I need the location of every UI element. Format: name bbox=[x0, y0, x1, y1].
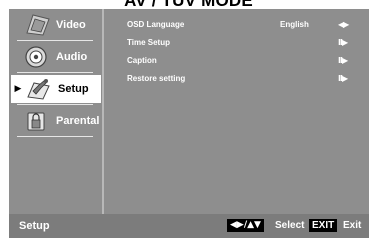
sidebar-item-video[interactable]: Video bbox=[9, 11, 102, 39]
sidebar-item-label: Setup bbox=[58, 83, 89, 95]
setting-name: Time Setup bbox=[127, 38, 170, 47]
sidebar-divider bbox=[17, 40, 93, 41]
setting-row-time-setup[interactable]: Time Setup II▶ bbox=[127, 38, 367, 56]
setting-row-restore-setting[interactable]: Restore setting II▶ bbox=[127, 74, 367, 92]
sidebar-divider bbox=[17, 104, 93, 105]
osd-menu-screen: Video Audio ▶ Setup Parental OSD Languag… bbox=[9, 9, 369, 238]
sidebar-item-label: Audio bbox=[56, 51, 88, 63]
setting-value: English bbox=[280, 20, 309, 29]
sidebar-item-audio[interactable]: Audio bbox=[9, 43, 102, 71]
setting-name: Caption bbox=[127, 56, 157, 65]
exit-hint: Exit bbox=[343, 220, 362, 231]
video-icon bbox=[26, 14, 50, 36]
sidebar-divider bbox=[17, 136, 93, 137]
sidebar-item-label: Parental bbox=[56, 115, 100, 127]
sidebar-item-parental[interactable]: Parental bbox=[9, 107, 102, 135]
setting-name: Restore setting bbox=[127, 74, 186, 83]
select-hint: Select bbox=[275, 220, 305, 231]
setting-row-caption[interactable]: Caption II▶ bbox=[127, 56, 367, 74]
sidebar-item-setup[interactable]: ▶ Setup bbox=[11, 75, 101, 103]
audio-icon bbox=[25, 46, 47, 68]
current-section-label: Setup bbox=[19, 220, 50, 232]
navigation-keys-icon: ◀▶/▲▼ bbox=[227, 219, 264, 232]
setting-name: OSD Language bbox=[127, 20, 185, 29]
sidebar: Video Audio ▶ Setup Parental bbox=[9, 9, 104, 214]
footer-bar: Setup ◀▶/▲▼ Select EXIT Exit bbox=[9, 214, 369, 238]
selection-marker-icon: ▶ bbox=[14, 84, 22, 94]
setting-row-osd-language[interactable]: OSD Language English ◀▶ bbox=[127, 20, 367, 38]
setup-icon bbox=[27, 79, 50, 100]
parental-icon bbox=[27, 112, 45, 131]
sidebar-divider bbox=[17, 72, 93, 73]
submenu-arrow-icon[interactable]: II▶ bbox=[338, 38, 348, 47]
submenu-arrow-icon[interactable]: II▶ bbox=[338, 56, 348, 65]
sidebar-item-label: Video bbox=[56, 19, 86, 31]
left-right-arrows-icon[interactable]: ◀▶ bbox=[338, 20, 349, 29]
exit-key[interactable]: EXIT bbox=[309, 219, 338, 232]
submenu-arrow-icon[interactable]: II▶ bbox=[338, 74, 348, 83]
